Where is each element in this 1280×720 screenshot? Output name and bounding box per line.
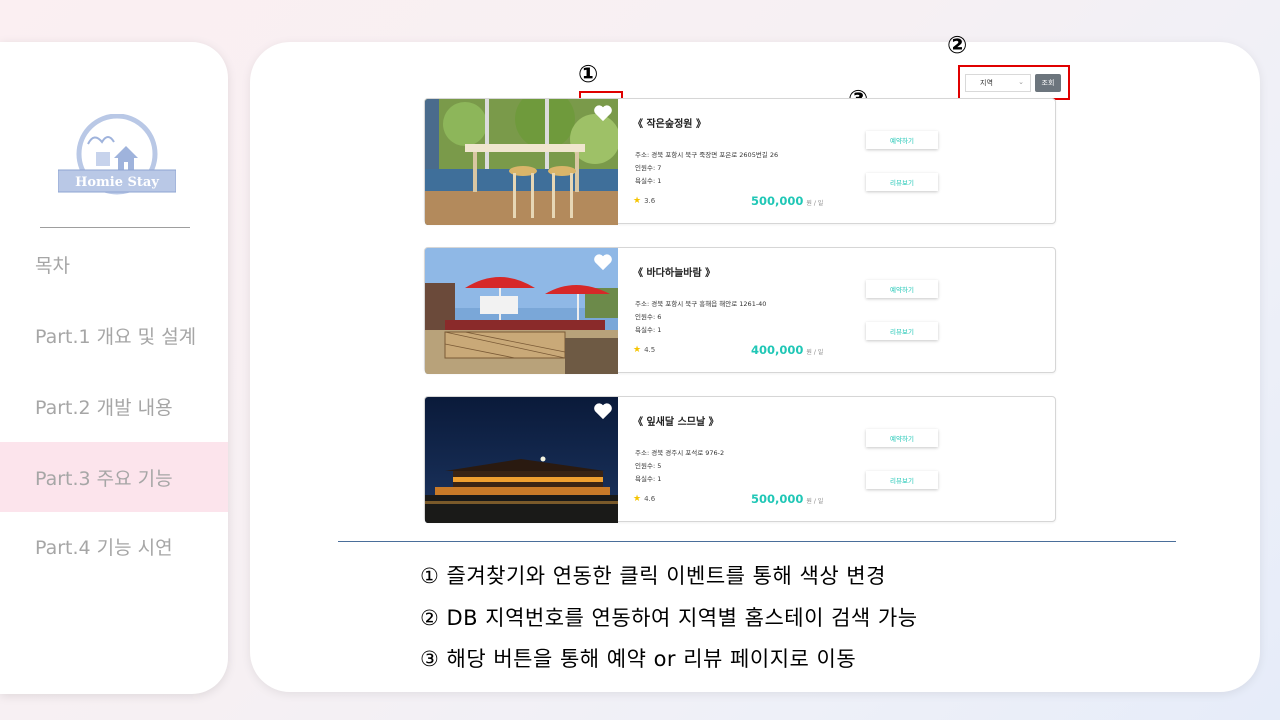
listing-card: 《 작은숲정원 》 주소: 경북 포항시 북구 죽장면 포은로 2605번길 2… — [424, 98, 1056, 225]
sidebar-item-part3[interactable]: Part.3 주요 기능 — [0, 442, 228, 512]
listing-name: 《 작은숲정원 》 — [633, 119, 706, 130]
listing-rating: ★ 3.6 — [633, 196, 655, 206]
sidebar-divider — [40, 227, 190, 228]
listing-rating: ★ 4.6 — [633, 494, 655, 504]
note-buttons: ③ 해당 버튼을 통해 예약 or 리뷰 페이지로 이동 — [420, 647, 857, 671]
region-select[interactable]: 지역 ⌄ — [965, 74, 1031, 92]
review-button[interactable]: 리뷰보기 — [866, 173, 938, 191]
listing-card: 《 잎새달 스므날 》 주소: 경북 경주시 포석로 976-2 인원수: 5 … — [424, 396, 1056, 523]
price-unit: 원 / 일 — [806, 349, 824, 356]
review-button[interactable]: 리뷰보기 — [866, 471, 938, 489]
listing-photo-night — [425, 397, 618, 523]
listing-bathrooms: 욕실수: 1 — [635, 177, 662, 185]
sidebar: Homie Stay 목차 Part.1 개요 및 설계 Part.2 개발 내… — [0, 42, 228, 694]
homie-stay-logo: Homie Stay — [57, 113, 177, 198]
heart-icon[interactable] — [593, 104, 613, 122]
rating-value: 4.6 — [644, 495, 656, 503]
listing-guests: 인원수: 6 — [635, 313, 662, 321]
star-icon: ★ — [633, 196, 642, 206]
heart-icon[interactable] — [593, 402, 613, 420]
listing-card: 《 바다하늘바람 》 주소: 경북 포항시 북구 흥해읍 해안로 1261-40… — [424, 247, 1056, 374]
listing-bathrooms: 욕실수: 1 — [635, 326, 662, 334]
heart-icon[interactable] — [593, 253, 613, 271]
chevron-down-icon: ⌄ — [1018, 78, 1024, 86]
listing-guests: 인원수: 5 — [635, 462, 662, 470]
rating-value: 3.6 — [644, 197, 656, 205]
marker-1: ① — [578, 60, 599, 88]
listing-guests: 인원수: 7 — [635, 164, 662, 172]
reserve-button[interactable]: 예약하기 — [866, 280, 938, 298]
price-value: 500,000 — [751, 194, 804, 208]
price-unit: 원 / 일 — [806, 200, 824, 207]
price-value: 400,000 — [751, 343, 804, 357]
listing-bathrooms: 욕실수: 1 — [635, 475, 662, 483]
star-icon: ★ — [633, 345, 642, 355]
logo-text: Homie Stay — [75, 175, 159, 190]
listing-address: 주소: 경북 경주시 포석로 976-2 — [635, 449, 725, 457]
listing-price: 500,000 원 / 일 — [751, 492, 823, 506]
sidebar-item-toc[interactable]: 목차 — [0, 229, 228, 299]
listing-address: 주소: 경북 포항시 북구 죽장면 포은로 2605번길 26 — [635, 151, 779, 159]
listing-rating: ★ 4.5 — [633, 345, 655, 355]
sidebar-item-part1[interactable]: Part.1 개요 및 설계 — [0, 300, 228, 370]
listing-photo-garden — [425, 99, 618, 225]
sidebar-item-part4[interactable]: Part.4 기능 시연 — [0, 511, 228, 581]
sidebar-item-part2[interactable]: Part.2 개발 내용 — [0, 371, 228, 441]
listing-price: 500,000 원 / 일 — [751, 194, 823, 208]
marker-2: ② — [947, 31, 968, 59]
reserve-button[interactable]: 예약하기 — [866, 131, 938, 149]
search-button[interactable]: 조회 — [1035, 74, 1061, 92]
listing-name: 《 잎새달 스므날 》 — [633, 417, 719, 428]
review-button[interactable]: 리뷰보기 — [866, 322, 938, 340]
price-value: 500,000 — [751, 492, 804, 506]
region-select-label: 지역 — [980, 79, 993, 87]
section-divider — [338, 541, 1176, 542]
listing-photo-sea — [425, 248, 618, 374]
price-unit: 원 / 일 — [806, 498, 824, 505]
note-favorite: ① 즐겨찾기와 연동한 클릭 이벤트를 통해 색상 변경 — [420, 564, 886, 588]
star-icon: ★ — [633, 494, 642, 504]
rating-value: 4.5 — [644, 346, 656, 354]
listing-address: 주소: 경북 포항시 북구 흥해읍 해안로 1261-40 — [635, 300, 767, 308]
region-filter: 지역 ⌄ 조회 — [965, 72, 1065, 94]
listing-price: 400,000 원 / 일 — [751, 343, 823, 357]
reserve-button[interactable]: 예약하기 — [866, 429, 938, 447]
listing-name: 《 바다하늘바람 》 — [633, 268, 716, 279]
note-region-search: ② DB 지역번호를 연동하여 지역별 홈스테이 검색 가능 — [420, 606, 918, 630]
